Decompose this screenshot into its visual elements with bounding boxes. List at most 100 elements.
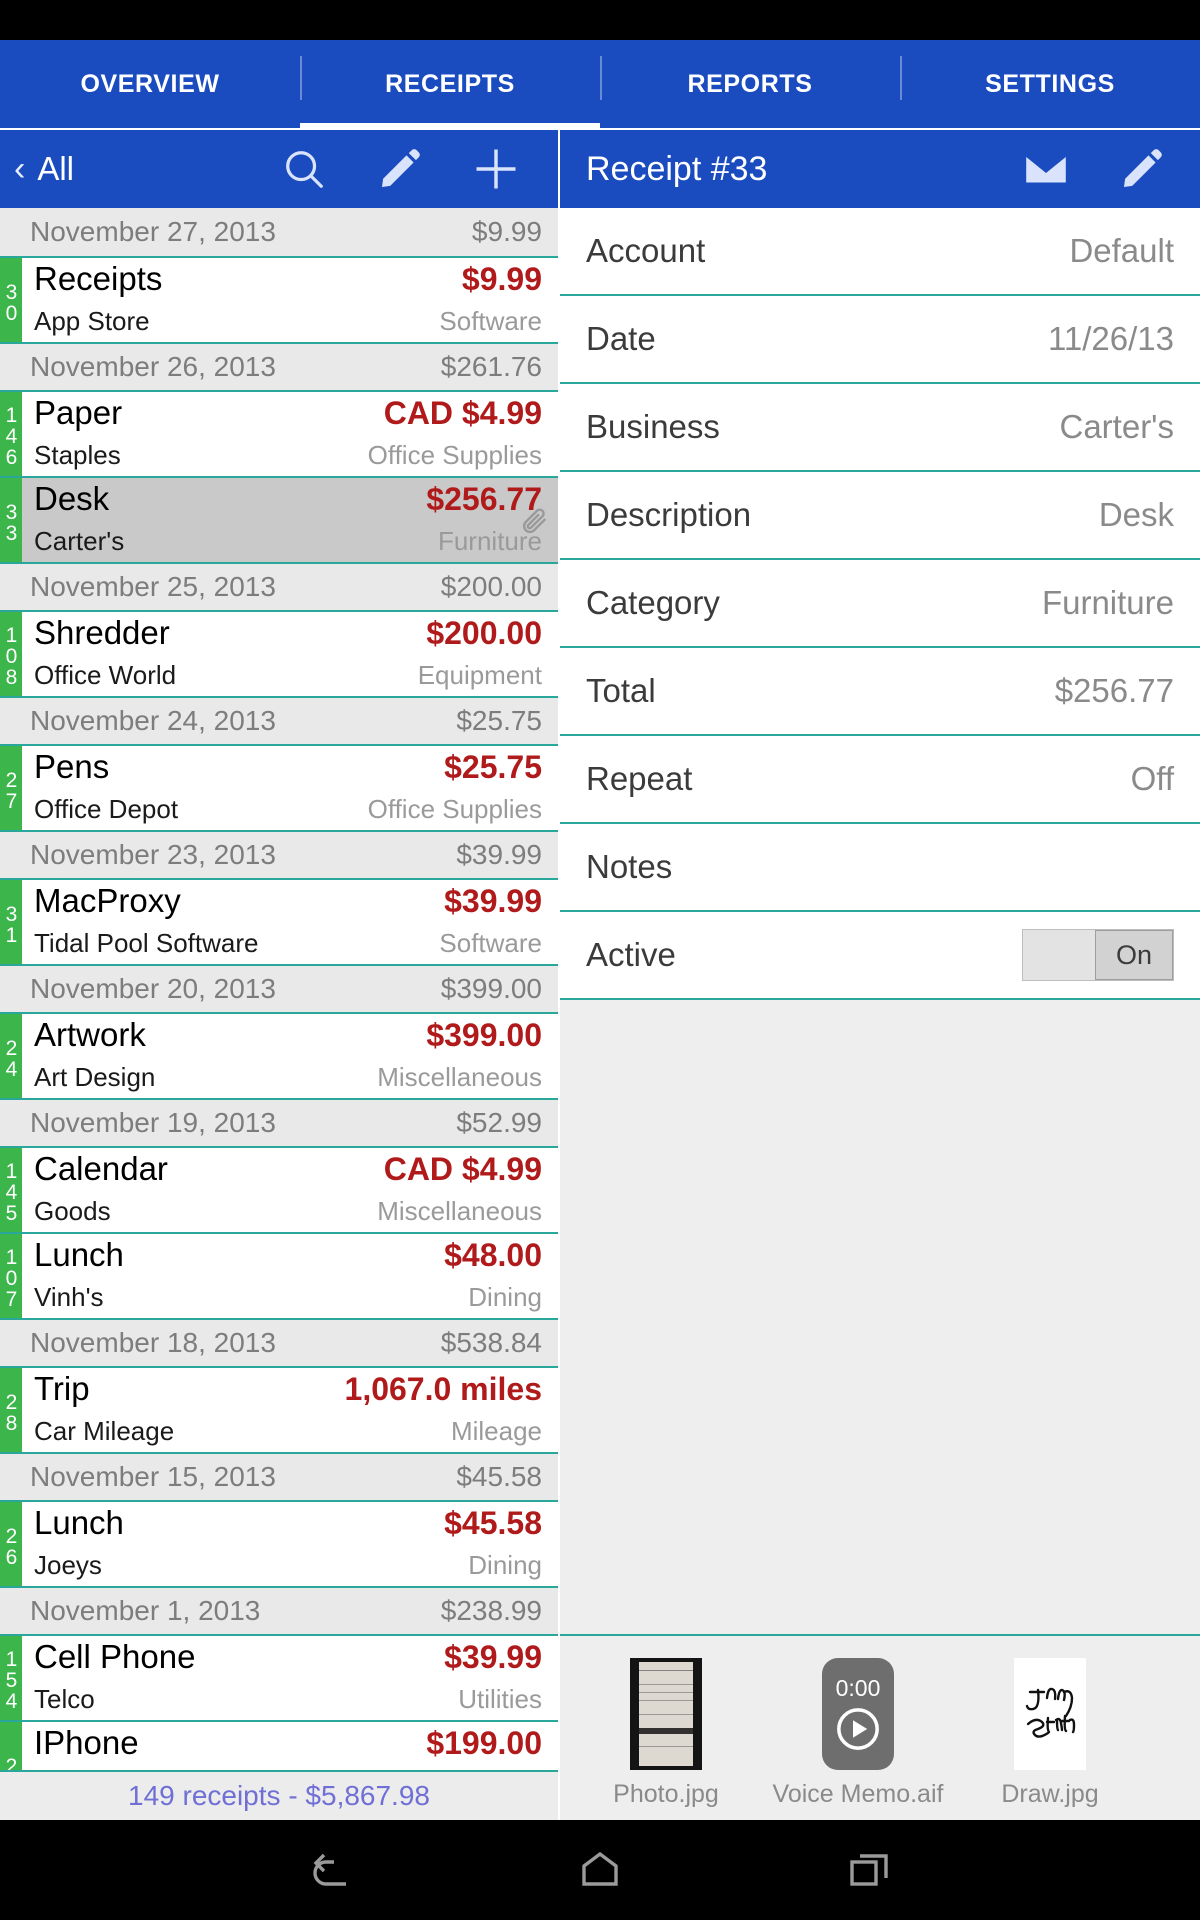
detail-field-business[interactable]: Business Carter's: [560, 384, 1200, 472]
receipt-amount: $45.58: [444, 1505, 542, 1541]
recents-nav-icon[interactable]: [825, 1835, 915, 1905]
receipt-merchant: Staples: [34, 440, 121, 470]
receipt-id-digit: 6: [5, 446, 18, 469]
detail-field-total[interactable]: Total $256.77: [560, 648, 1200, 736]
receipt-id-badge: 107: [0, 1234, 22, 1318]
receipt-row[interactable]: 2 7 Pens $25.75 Office Depot Office Supplies: [0, 744, 558, 830]
receipt-merchant: Carter's: [34, 526, 125, 556]
receipt-row-body: Shredder $200.00 Office World Equipment: [22, 612, 558, 696]
back-all-button[interactable]: ‹ All: [14, 150, 74, 188]
date-group-total: $25.75: [456, 705, 542, 736]
detail-field-value: Carter's: [1059, 408, 1175, 445]
receipt-merchant: Joeys: [34, 1550, 102, 1580]
receipt-id-badge: 154: [0, 1636, 22, 1720]
tab-receipts[interactable]: RECEIPTS: [300, 40, 600, 130]
detail-field-label: Category: [586, 584, 720, 621]
receipt-merchant: Office Depot: [34, 794, 179, 824]
receipt-category: Software: [439, 306, 542, 336]
detail-field-active[interactable]: Active On: [560, 912, 1200, 1000]
date-group-total: $9.99: [471, 216, 542, 247]
receipt-id-digit: 0: [5, 301, 18, 325]
email-envelope-icon[interactable]: [998, 130, 1094, 208]
search-icon[interactable]: [256, 130, 352, 208]
receipt-id-digit: 6: [5, 1545, 18, 1569]
edit-pencil-icon[interactable]: [1094, 130, 1190, 208]
date-group-header: November 23, 2013 $39.99: [0, 830, 558, 878]
status-bar: [0, 0, 1200, 40]
tab-settings[interactable]: SETTINGS: [900, 40, 1200, 128]
receipt-title: Shredder: [34, 614, 170, 651]
receipt-row[interactable]: 3 0 Receipts $9.99 App Store Software: [0, 256, 558, 342]
receipt-id-digit: 1: [5, 923, 18, 947]
toggle-knob-label: On: [1095, 930, 1173, 980]
receipt-list[interactable]: November 27, 2013 $9.99 3 0 Receipts $9.99 App…: [0, 208, 558, 1820]
attachment-item[interactable]: 0:00 Voice Memo.aif: [773, 1658, 943, 1809]
receipt-row-body: Lunch $45.58 Joeys Dining: [22, 1502, 558, 1586]
detail-field-label: Repeat: [586, 760, 693, 797]
receipt-row[interactable]: 2 4 Artwork $399.00 Art Design Miscellaneous: [0, 1012, 558, 1098]
receipt-row[interactable]: 3 1 MacProxy $39.99 Tidal Pool Software Softw…: [0, 878, 558, 964]
receipt-amount: 1,067.0 miles: [344, 1371, 542, 1407]
active-toggle-switch[interactable]: On: [1022, 929, 1174, 981]
back-nav-icon[interactable]: [285, 1835, 375, 1905]
receipt-row-bottom: Joeys Dining: [34, 1550, 542, 1586]
date-group-header: November 26, 2013 $261.76: [0, 342, 558, 390]
receipt-row[interactable]: 1 0 8 Shredder $200.00 Office World Equipment: [0, 610, 558, 696]
signature-icon: [1025, 1687, 1076, 1738]
receipt-list-pane: ‹ All November 27, 2013 $9.99 3 0 Receip…: [0, 130, 560, 1820]
receipt-row[interactable]: 1 4 5 Calendar CAD $4.99 Goods Miscellaneous: [0, 1146, 558, 1232]
detail-field-label: Business: [586, 408, 720, 445]
receipt-title: Receipts: [34, 260, 163, 297]
attachment-item[interactable]: Draw.jpg: [972, 1658, 1128, 1809]
receipt-id-badge: 26: [0, 1502, 22, 1586]
receipt-row[interactable]: 2 6 Lunch $45.58 Joeys Dining: [0, 1500, 558, 1586]
receipt-id-digit: 0: [5, 1267, 18, 1290]
audio-duration: 0:00: [835, 1674, 881, 1701]
date-group-header: November 19, 2013 $52.99: [0, 1098, 558, 1146]
play-button-icon[interactable]: [833, 1704, 883, 1754]
receipt-row[interactable]: 3 3 Desk $256.77 Carter's Furniture: [0, 476, 558, 562]
date-group-header: November 1, 2013 $238.99: [0, 1586, 558, 1634]
detail-field-notes[interactable]: Notes: [560, 824, 1200, 912]
detail-title: Receipt #33: [586, 149, 768, 188]
receipt-row[interactable]: 1 4 6 Paper CAD $4.99 Staples Office Supplies: [0, 390, 558, 476]
date-group-label: November 19, 2013: [30, 1107, 276, 1138]
receipt-row-body: Cell Phone $39.99 Telco Utilities: [22, 1636, 558, 1720]
detail-field-value: Off: [1130, 760, 1174, 797]
receipt-category: Software: [439, 928, 542, 958]
date-group-total: $200.00: [440, 571, 542, 602]
receipt-amount: $25.75: [444, 749, 542, 785]
detail-field-date[interactable]: Date 11/26/13: [560, 296, 1200, 384]
receipt-merchant: Vinh's: [34, 1282, 104, 1312]
tab-reports[interactable]: REPORTS: [600, 40, 900, 128]
receipt-id-digit: 2: [5, 768, 18, 792]
receipt-row-top: Lunch $48.00: [34, 1236, 542, 1282]
receipt-id-badge: 145: [0, 1148, 22, 1232]
detail-field-category[interactable]: Category Furniture: [560, 560, 1200, 648]
detail-field-value: $256.77: [1054, 672, 1174, 709]
date-group-label: November 1, 2013: [30, 1595, 261, 1626]
detail-field-label: Active: [586, 936, 676, 973]
add-plus-icon[interactable]: [448, 130, 544, 208]
receipt-row-bottom: Vinh's Dining: [34, 1282, 542, 1318]
receipt-row[interactable]: 1 0 7 Lunch $48.00 Vinh's Dining: [0, 1232, 558, 1318]
home-nav-icon[interactable]: [555, 1835, 645, 1905]
detail-field-repeat[interactable]: Repeat Off: [560, 736, 1200, 824]
detail-field-description[interactable]: Description Desk: [560, 472, 1200, 560]
receipt-row-top: Desk $256.77: [34, 480, 542, 526]
receipt-row-bottom: Office World Equipment: [34, 660, 542, 696]
tab-overview[interactable]: OVERVIEW: [0, 40, 300, 128]
edit-pencil-icon[interactable]: [352, 130, 448, 208]
receipt-row-top: Artwork $399.00: [34, 1016, 542, 1062]
date-group-total: $45.58: [456, 1461, 542, 1492]
date-group-header: November 15, 2013 $45.58: [0, 1452, 558, 1500]
receipt-id-digit: 1: [5, 624, 18, 647]
receipt-id-digit: 5: [5, 1202, 18, 1225]
receipt-row[interactable]: 1 5 4 Cell Phone $39.99 Telco Utilities: [0, 1634, 558, 1720]
back-chevron-icon: ‹: [14, 150, 26, 188]
receipt-category: Utilities: [458, 1684, 542, 1714]
receipt-id-digit: 3: [5, 280, 18, 304]
attachment-item[interactable]: Photo.jpg: [588, 1658, 744, 1809]
detail-field-account[interactable]: Account Default: [560, 208, 1200, 296]
receipt-row[interactable]: 2 8 Trip 1,067.0 miles Car Mileage Mileage: [0, 1366, 558, 1452]
